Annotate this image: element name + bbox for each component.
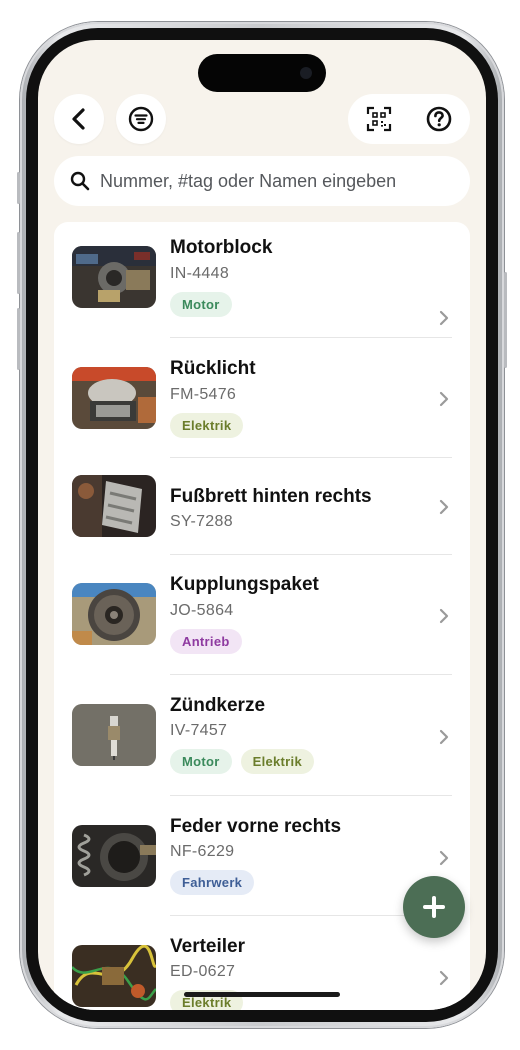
tag-badge: Antrieb: [170, 629, 242, 654]
header-actions: [348, 94, 470, 144]
search-icon: [70, 171, 90, 191]
home-indicator[interactable]: [184, 992, 340, 997]
item-code: SY-7288: [170, 513, 233, 530]
list-item-zuendkerze[interactable]: Zündkerze IV-7457 Motor Elektrik: [54, 675, 470, 796]
chevron-right-icon: [439, 310, 449, 326]
dynamic-island: [198, 54, 326, 92]
app-screen: Nummer, #tag oder Namen eingeben Motorbl…: [38, 40, 486, 1010]
chevron-right-icon: [439, 499, 449, 515]
chevron-right-icon: [439, 729, 449, 745]
list-item-ruecklicht[interactable]: Rücklicht FM-5476 Elektrik: [54, 338, 470, 458]
item-tags: Motor Elektrik: [170, 749, 314, 774]
item-tags: Elektrik: [170, 413, 244, 438]
item-name: Verteiler: [170, 936, 245, 957]
chevron-right-icon: [439, 970, 449, 986]
thumbnail-fussbrett: [72, 475, 156, 537]
item-tags: Motor: [170, 292, 232, 317]
item-code: IV-7457: [170, 722, 228, 739]
back-button[interactable]: [54, 94, 104, 144]
filter-button[interactable]: [116, 94, 166, 144]
search-bar[interactable]: Nummer, #tag oder Namen eingeben: [54, 156, 470, 206]
item-code: IN-4448: [170, 265, 230, 282]
thumbnail-kupplungspaket: [72, 583, 156, 645]
item-name: Motorblock: [170, 237, 273, 258]
tag-badge: Elektrik: [170, 413, 244, 438]
list-item-fussbrett[interactable]: Fußbrett hinten rechts SY-7288: [54, 458, 470, 555]
item-name: Zündkerze: [170, 695, 266, 716]
thumbnail-zuendkerze: [72, 704, 156, 766]
chevron-right-icon: [439, 608, 449, 624]
plus-icon: [423, 896, 445, 918]
mute-switch: [17, 172, 20, 204]
item-code: ED-0627: [170, 963, 236, 980]
chevron-right-icon: [439, 391, 449, 407]
thumbnail-ruecklicht: [72, 367, 156, 429]
item-tags: Fahrwerk: [170, 870, 255, 895]
item-name: Fußbrett hinten rechts: [170, 486, 372, 507]
search-placeholder: Nummer, #tag oder Namen eingeben: [100, 170, 397, 191]
item-name: Rücklicht: [170, 358, 256, 379]
help-button[interactable]: [414, 94, 464, 144]
volume-up-button: [17, 232, 20, 294]
item-code: FM-5476: [170, 386, 237, 403]
tag-badge: Fahrwerk: [170, 870, 255, 895]
thumbnail-motorblock: [72, 246, 156, 308]
chevron-right-icon: [439, 850, 449, 866]
list-item-motorblock[interactable]: Motorblock IN-4448 Motor: [54, 222, 470, 338]
item-name: Feder vorne rechts: [170, 816, 342, 837]
item-code: JO-5864: [170, 602, 234, 619]
tag-badge: Elektrik: [240, 749, 314, 774]
thumbnail-feder: [72, 825, 156, 887]
qr-scan-icon: [366, 106, 392, 132]
tag-badge: Motor: [170, 292, 232, 317]
list-item-kupplungspaket[interactable]: Kupplungspaket JO-5864 Antrieb: [54, 555, 470, 675]
chevron-left-icon: [72, 108, 85, 130]
question-circle-icon: [426, 106, 452, 132]
thumbnail-verteiler: [72, 945, 156, 1007]
item-name: Kupplungspaket: [170, 574, 319, 595]
power-button: [504, 272, 507, 368]
tag-badge: Motor: [170, 749, 232, 774]
item-code: NF-6229: [170, 843, 235, 860]
filter-list-icon: [128, 106, 154, 132]
add-item-button[interactable]: [403, 876, 465, 938]
volume-down-button: [17, 308, 20, 370]
item-tags: Antrieb: [170, 629, 242, 654]
scan-button[interactable]: [354, 94, 404, 144]
